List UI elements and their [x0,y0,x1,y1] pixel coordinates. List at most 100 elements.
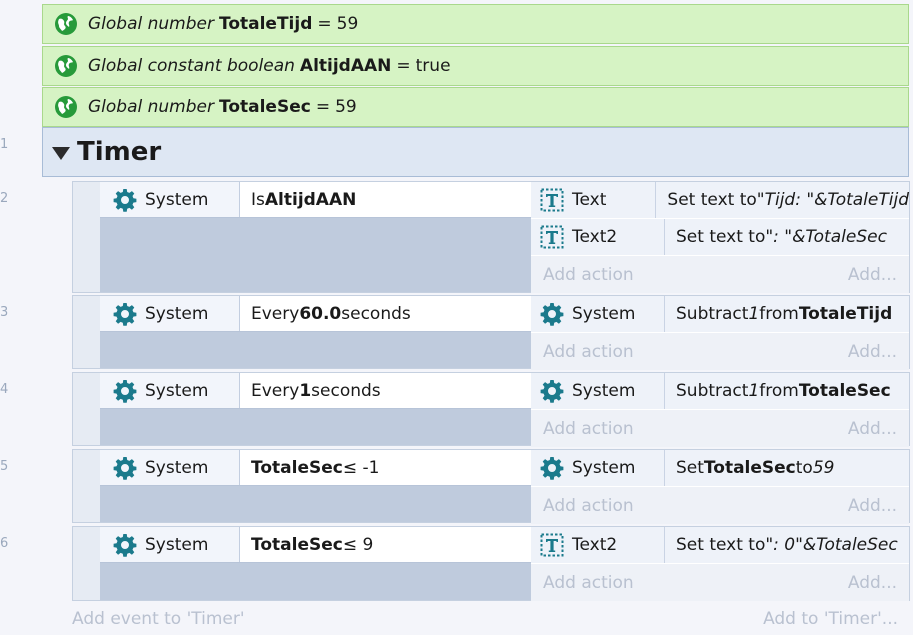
actions-area[interactable]: System Subtract 1 from TotaleTijd Add ac… [531,296,909,370]
action-object[interactable]: System [531,296,665,332]
event-block[interactable]: System TotaleSec ≤ -1 System Set TotaleS… [72,449,910,524]
actions-area[interactable]: Text2 Set text to ": 0"&TotaleSec Add ac… [531,527,909,601]
condition-row[interactable]: System Every 60.0 seconds [100,296,531,332]
event-block[interactable]: System Every 1 seconds System Subtract 1… [72,372,910,447]
add-more-link[interactable]: Add... [848,342,897,362]
condition-object[interactable]: System [100,296,240,331]
add-action-row[interactable]: Add action Add... [531,256,909,293]
collapse-triangle-icon[interactable] [52,146,70,160]
variable-value: 59 [335,97,357,117]
action-object[interactable]: Text [531,182,657,218]
text-object-icon [540,225,564,249]
line-number: 2 [0,191,9,206]
object-name: Text2 [572,535,618,555]
action-text[interactable]: Subtract 1 from TotaleSec [665,373,909,409]
object-name: Text [572,190,607,210]
object-name: Text2 [572,227,618,247]
action-row[interactable]: System Subtract 1 from TotaleTijd [531,296,909,333]
condition-object[interactable]: System [100,182,240,217]
add-more-link[interactable]: Add... [848,419,897,439]
condition-object[interactable]: System [100,450,240,485]
add-more-link[interactable]: Add... [848,573,897,593]
condition-row[interactable]: System TotaleSec ≤ -1 [100,450,531,486]
gear-icon [113,302,137,326]
event-margin[interactable] [73,182,100,292]
global-variable-row[interactable]: Global constant boolean AltijdAAN = true [42,46,909,86]
action-object[interactable]: Text2 [531,219,665,255]
action-row[interactable]: Text2 Set text to ": "&TotaleSec [531,219,909,256]
add-action-link[interactable]: Add action [543,342,634,362]
action-object[interactable]: System [531,373,665,409]
condition-area[interactable]: System TotaleSec ≤ -1 [100,450,531,522]
gear-icon [540,380,564,403]
action-text[interactable]: Set TotaleSec to 59 [665,450,909,486]
line-number-gutter: 1 2 3 4 5 6 [0,0,42,635]
action-object[interactable]: Text2 [531,527,665,563]
actions-area[interactable]: System Subtract 1 from TotaleSec Add act… [531,373,909,447]
add-to-group-link[interactable]: Add to 'Timer'... [763,609,898,629]
actions-area[interactable]: Text Set text to "Tijd: "&TotaleTijd Tex… [531,182,909,293]
add-action-row[interactable]: Add action Add... [531,487,909,524]
condition-object[interactable]: System [100,373,240,408]
condition-area[interactable]: System Is AltijdAAN [100,182,531,292]
object-name: System [572,381,636,401]
event-margin[interactable] [73,296,100,368]
add-action-link[interactable]: Add action [543,419,634,439]
event-margin[interactable] [73,527,100,600]
action-text[interactable]: Set text to "Tijd: "&TotaleTijd [656,182,909,218]
gear-icon [540,303,564,326]
condition-area[interactable]: System TotaleSec ≤ 9 [100,527,531,600]
add-more-link[interactable]: Add... [848,496,897,516]
action-row[interactable]: Text Set text to "Tijd: "&TotaleTijd [531,182,909,219]
condition-text[interactable]: TotaleSec ≤ -1 [240,450,531,485]
text-object-icon [540,188,564,212]
variable-value: 59 [336,14,359,34]
condition-text[interactable]: Every 1 seconds [240,373,531,408]
action-row[interactable]: System Subtract 1 from TotaleSec [531,373,909,410]
add-event-link[interactable]: Add event to 'Timer' [72,609,245,629]
variable-value: true [415,56,451,76]
event-block[interactable]: System Is AltijdAAN Text Set text to "Ti… [72,181,910,293]
variable-name: TotaleTijd [218,14,313,34]
event-group-header[interactable]: Timer [42,127,909,177]
text-object-icon [540,533,564,557]
event-margin[interactable] [73,450,100,522]
action-object[interactable]: System [531,450,665,486]
variable-kind: Global constant boolean [88,56,295,76]
action-row[interactable]: Text2 Set text to ": 0"&TotaleSec [531,527,909,564]
condition-object[interactable]: System [100,527,240,562]
global-variable-row[interactable]: Global number TotaleTijd = 59 [42,4,909,44]
variable-name: AltijdAAN [299,56,392,76]
gear-icon [113,533,137,557]
condition-text[interactable]: TotaleSec ≤ 9 [240,527,531,562]
event-block[interactable]: System Every 60.0 seconds System Subtrac… [72,295,910,370]
add-action-row[interactable]: Add action Add... [531,410,909,447]
action-text[interactable]: Subtract 1 from TotaleTijd [665,296,909,332]
condition-area[interactable]: System Every 1 seconds [100,373,531,445]
global-variable-row[interactable]: Global number TotaleSec = 59 [42,87,909,127]
actions-area[interactable]: System Set TotaleSec to 59 Add action Ad… [531,450,909,524]
condition-area[interactable]: System Every 60.0 seconds [100,296,531,368]
event-block[interactable]: System TotaleSec ≤ 9 Text2 Set text to "… [72,526,910,601]
line-number: 1 [0,137,9,152]
add-action-row[interactable]: Add action Add... [531,564,909,601]
variable-name: TotaleSec [218,97,311,117]
add-action-row[interactable]: Add action Add... [531,333,909,370]
object-name: System [145,457,209,478]
add-more-link[interactable]: Add... [848,265,897,285]
action-row[interactable]: System Set TotaleSec to 59 [531,450,909,487]
variable-kind: Global number [88,14,214,34]
group-footer: Add event to 'Timer' Add to 'Timer'... [42,603,910,635]
condition-text[interactable]: Every 60.0 seconds [240,296,531,331]
condition-row[interactable]: System TotaleSec ≤ 9 [100,527,531,563]
condition-text[interactable]: Is AltijdAAN [240,182,531,217]
add-action-link[interactable]: Add action [543,265,634,285]
event-margin[interactable] [73,373,100,445]
add-action-link[interactable]: Add action [543,573,634,593]
condition-row[interactable]: System Every 1 seconds [100,373,531,409]
add-action-link[interactable]: Add action [543,496,634,516]
action-text[interactable]: Set text to ": "&TotaleSec [665,219,909,255]
condition-row[interactable]: System Is AltijdAAN [100,182,531,218]
gear-icon [540,457,564,480]
action-text[interactable]: Set text to ": 0"&TotaleSec [665,527,909,563]
